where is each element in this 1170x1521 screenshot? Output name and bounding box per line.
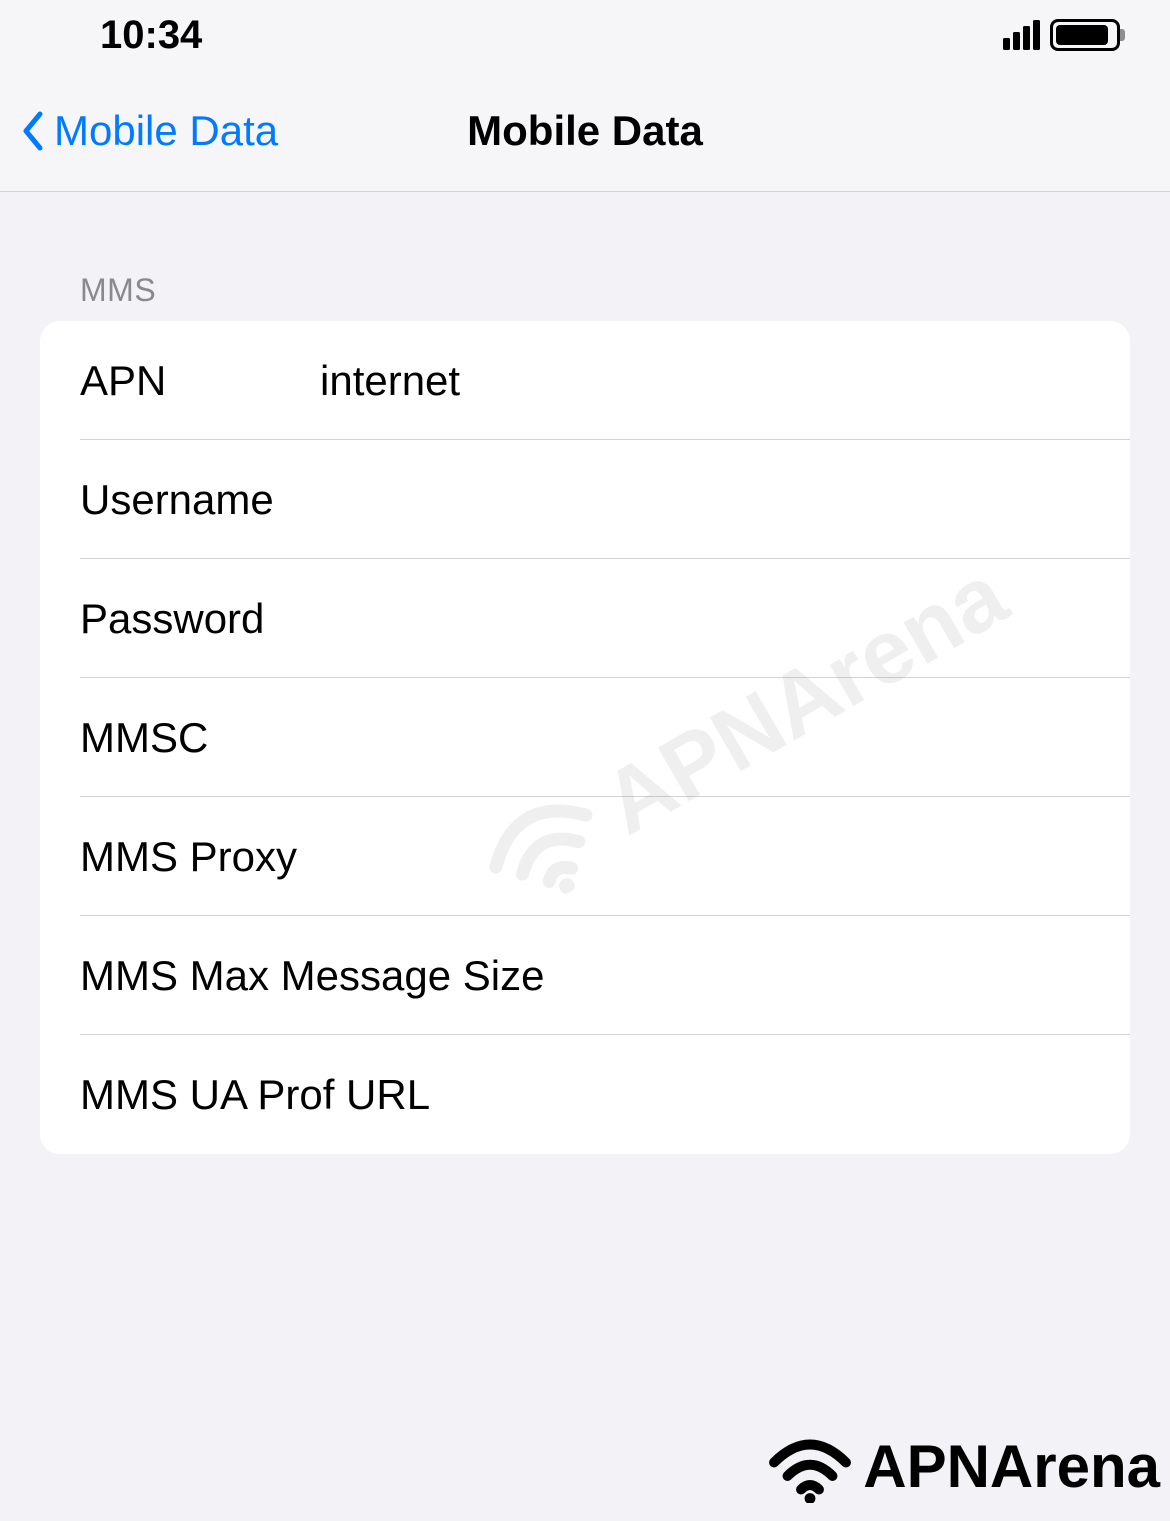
cellular-signal-icon	[1003, 20, 1040, 50]
input-username[interactable]	[320, 476, 1090, 524]
input-password[interactable]	[320, 595, 1090, 643]
label-mms-max-message-size: MMS Max Message Size	[80, 952, 544, 1000]
row-mms-ua-prof-url[interactable]: MMS UA Prof URL	[40, 1035, 1130, 1154]
input-mms-proxy[interactable]	[297, 833, 1090, 881]
row-mms-max-message-size[interactable]: MMS Max Message Size	[40, 916, 1130, 1035]
section-header-mms: MMS	[40, 272, 1130, 321]
chevron-left-icon	[20, 110, 44, 152]
status-bar: 10:34	[0, 0, 1170, 70]
status-right	[1003, 19, 1120, 51]
input-mms-max-message-size[interactable]	[544, 952, 1090, 1000]
battery-icon	[1050, 19, 1120, 51]
wifi-icon	[765, 1431, 855, 1501]
label-apn: APN	[80, 357, 320, 405]
row-password[interactable]: Password	[40, 559, 1130, 678]
navigation-bar: Mobile Data Mobile Data	[0, 70, 1170, 192]
watermark-text: APNArena	[863, 1432, 1160, 1501]
input-mms-ua-prof-url[interactable]	[430, 1071, 1090, 1119]
row-username[interactable]: Username	[40, 440, 1130, 559]
row-mms-proxy[interactable]: MMS Proxy	[40, 797, 1130, 916]
input-mmsc[interactable]	[320, 714, 1090, 762]
page-title: Mobile Data	[467, 107, 703, 155]
label-password: Password	[80, 595, 320, 643]
content-area: MMS APN Username Password MMSC MMS Proxy…	[0, 192, 1170, 1154]
label-mms-proxy: MMS Proxy	[80, 833, 297, 881]
label-username: Username	[80, 476, 320, 524]
settings-group-mms: APN Username Password MMSC MMS Proxy MMS…	[40, 321, 1130, 1154]
status-time: 10:34	[100, 13, 202, 58]
input-apn[interactable]	[320, 357, 1090, 405]
back-label: Mobile Data	[54, 107, 278, 155]
row-apn[interactable]: APN	[40, 321, 1130, 440]
watermark-bottom: APNArena	[765, 1431, 1160, 1501]
back-button[interactable]: Mobile Data	[0, 107, 278, 155]
row-mmsc[interactable]: MMSC	[40, 678, 1130, 797]
label-mms-ua-prof-url: MMS UA Prof URL	[80, 1071, 430, 1119]
label-mmsc: MMSC	[80, 714, 320, 762]
